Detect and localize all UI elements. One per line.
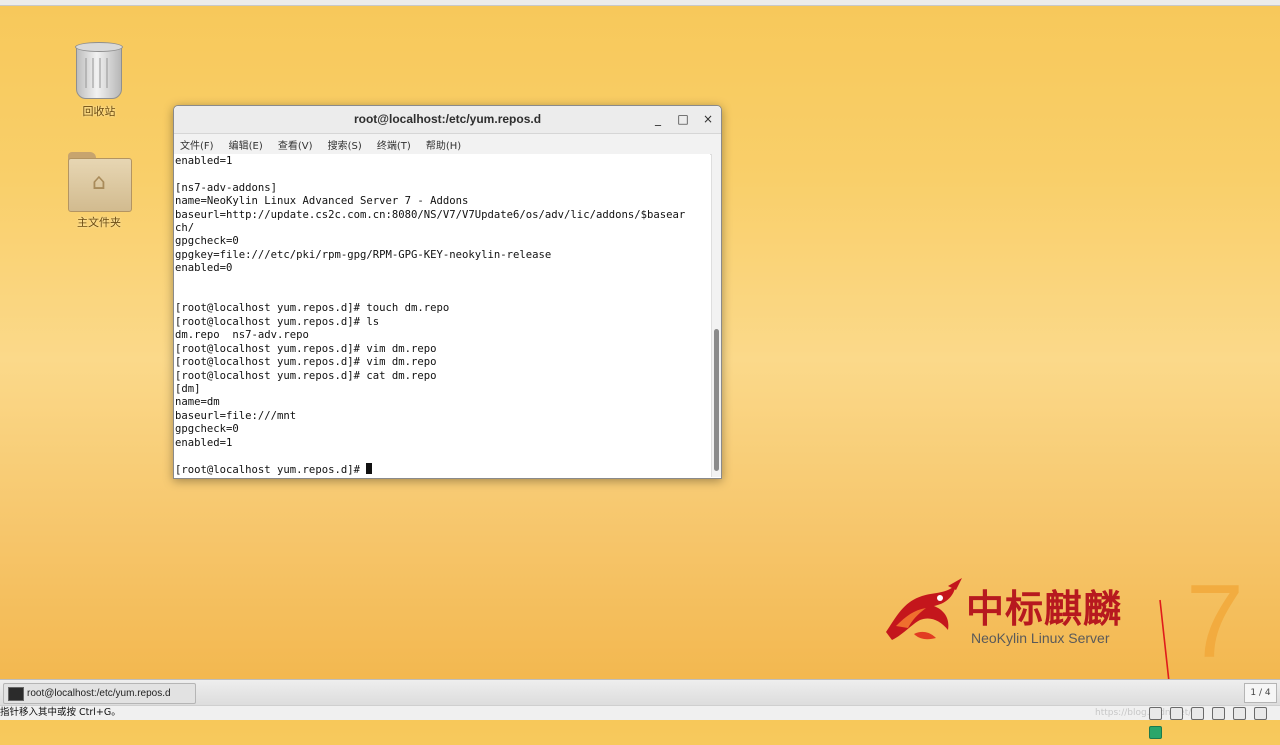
network2-icon[interactable] xyxy=(1212,707,1226,720)
workspace-switcher[interactable]: 1 / 4 xyxy=(1244,683,1277,703)
cdrom-icon[interactable] xyxy=(1170,707,1184,720)
hdd-icon[interactable] xyxy=(1149,707,1162,720)
red-arrow-annotation xyxy=(1159,599,1175,707)
taskbar: root@localhost:/etc/yum.repos.d 1 / 4 xyxy=(0,679,1280,706)
taskbar-item-label: root@localhost:/etc/yum.repos.d xyxy=(27,688,171,699)
taskbar-terminal-item[interactable]: root@localhost:/etc/yum.repos.d xyxy=(3,683,196,704)
vm-tools-icon[interactable] xyxy=(1149,726,1162,739)
network-icon[interactable] xyxy=(1191,707,1205,720)
printer-icon[interactable] xyxy=(1233,707,1247,720)
vm-status-bar: 指针移入其中或按 Ctrl+G。 https://blog.csdn.net/.… xyxy=(0,705,1280,739)
status-hint: 指针移入其中或按 Ctrl+G。 xyxy=(0,707,121,718)
system-tray xyxy=(1149,707,1280,739)
terminal-icon xyxy=(8,687,24,701)
audio-icon[interactable] xyxy=(1254,707,1268,720)
